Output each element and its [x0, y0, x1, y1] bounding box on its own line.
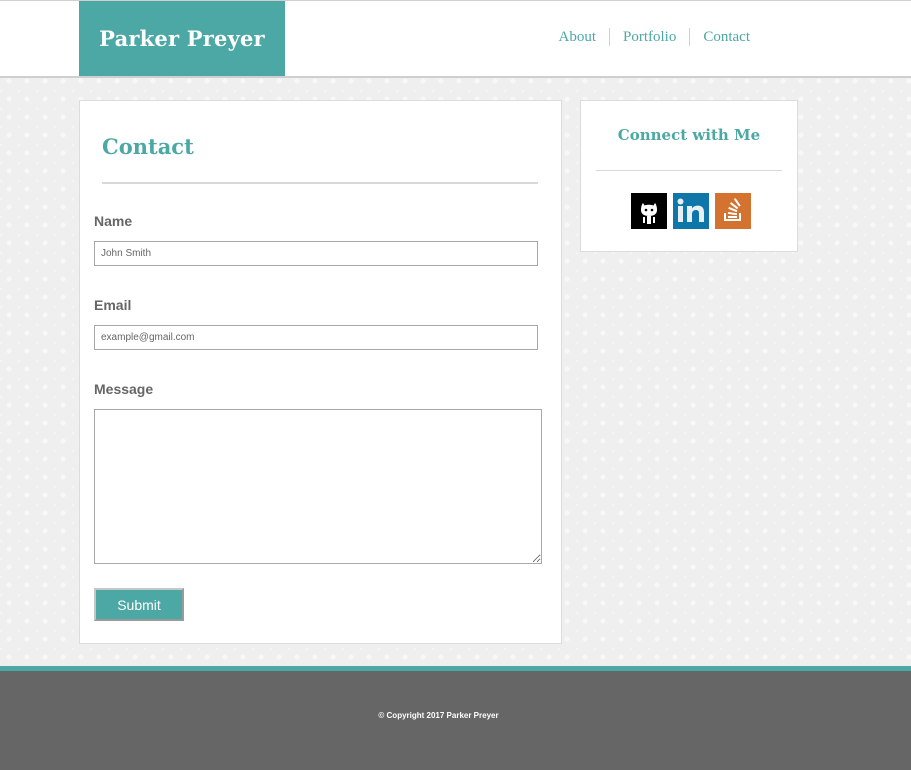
- nav-contact-link[interactable]: Contact: [689, 28, 763, 46]
- connect-divider: [596, 170, 782, 171]
- name-input[interactable]: [94, 241, 538, 266]
- name-label: Name: [94, 213, 133, 229]
- contact-card: Contact Name Email Message Submit: [79, 100, 562, 644]
- linkedin-icon[interactable]: [673, 193, 709, 229]
- github-icon[interactable]: [631, 193, 667, 229]
- connect-card: Connect with Me: [580, 100, 798, 252]
- contact-title: Contact: [102, 134, 194, 159]
- nav-about-link[interactable]: About: [546, 28, 610, 46]
- stackoverflow-icon[interactable]: [715, 193, 751, 229]
- connect-title: Connect with Me: [617, 126, 761, 144]
- social-links: [631, 193, 757, 229]
- site-header: Parker Preyer About Portfolio Contact: [0, 0, 911, 78]
- submit-button[interactable]: Submit: [94, 588, 184, 621]
- message-textarea[interactable]: [94, 409, 542, 564]
- copyright-text: © Copyright 2017 Parker Preyer: [378, 711, 499, 720]
- nav-portfolio-link[interactable]: Portfolio: [609, 28, 689, 46]
- brand-logo[interactable]: Parker Preyer: [79, 1, 285, 76]
- main-nav: About Portfolio Contact: [546, 28, 764, 46]
- title-divider: [102, 182, 538, 184]
- site-footer: © Copyright 2017 Parker Preyer: [0, 666, 911, 770]
- email-label: Email: [94, 297, 132, 313]
- email-input[interactable]: [94, 325, 538, 350]
- message-label: Message: [94, 381, 154, 397]
